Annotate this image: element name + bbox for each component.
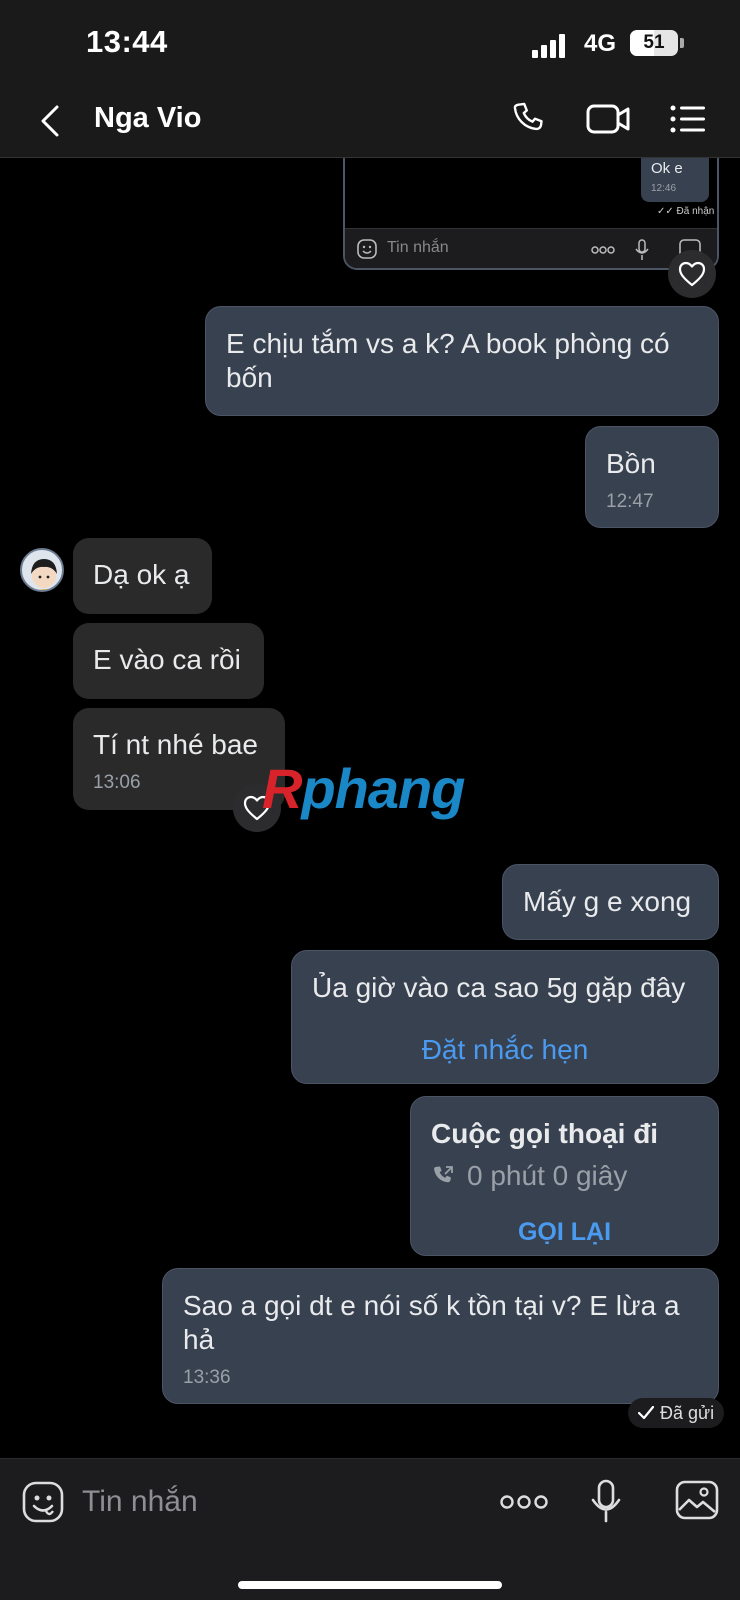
attachment-message-bubble: Ok e 12:46 [641,158,709,202]
message-input-bar [0,1458,740,1600]
back-button[interactable] [30,96,70,146]
image-icon [675,1480,719,1520]
message-text: Mấy g e xong [523,886,692,917]
call-duration-row: 0 phút 0 giây [431,1159,698,1193]
contact-avatar[interactable] [20,548,64,592]
message-bubble-outgoing[interactable]: Bồn 12:47 [585,426,719,528]
message-text: Ủa giờ vào ca sao 5g gặp đây [312,972,686,1003]
checkmark-icon [638,1406,654,1420]
call-log-card[interactable]: Cuộc gọi thoại đi 0 phút 0 giây GỌI LẠI [410,1096,719,1256]
home-indicator[interactable] [238,1581,502,1589]
message-text: E chịu tắm vs a k? A book phòng có bốn [226,328,670,393]
set-reminder-link[interactable]: Đặt nhắc hẹn [312,1033,698,1067]
battery-level: 51 [643,32,665,53]
more-options-button[interactable] [494,1479,554,1525]
list-menu-icon [670,105,705,133]
watermark-first: R [262,757,302,820]
message-input[interactable] [82,1479,462,1525]
image-attachment[interactable]: Ok e 12:46 ✓✓ Đã nhận Tin nhắn [343,158,719,270]
status-bar: 13:44 4G 51 [0,0,740,88]
chevron-left-icon [41,105,59,137]
message-text: Dạ ok ạ [93,559,190,590]
phone-icon [513,102,543,131]
message-bubble-incoming[interactable]: E vào ca rồi [73,623,264,699]
more-icon [591,246,615,254]
message-bubble-outgoing[interactable]: Mấy g e xong [502,864,719,940]
chat-header: Nga Vio [0,88,740,158]
message-time: 13:36 [183,1367,231,1388]
outgoing-call-icon [431,1164,455,1188]
image-picker-button[interactable] [674,1477,720,1523]
sent-status-text: Đã gửi [660,1402,715,1423]
microphone-icon [591,1479,621,1523]
network-type: 4G [584,30,617,57]
attachment-message-text: Ok e [651,160,683,177]
sticker-button[interactable] [20,1479,66,1525]
message-list[interactable]: Ok e 12:46 ✓✓ Đã nhận Tin nhắn E chịu tắ… [0,158,740,1458]
message-text: Bồn [606,448,656,479]
contact-name[interactable]: Nga Vio [94,102,201,135]
sticker-emoji-icon [22,1481,64,1523]
message-text: E vào ca rồi [93,644,241,675]
attachment-input-bar: Tin nhắn [345,228,717,268]
call-duration: 0 phút 0 giây [467,1160,628,1191]
message-bubble-outgoing[interactable]: Ủa giờ vào ca sao 5g gặp đây Đặt nhắc hẹ… [291,950,719,1084]
watermark-rest: phang [301,757,465,820]
attachment-input-placeholder: Tin nhắn [387,239,449,256]
voice-call-button[interactable] [506,94,552,144]
message-text: Sao a gọi dt e nói số k tồn tại v? E lừa… [183,1290,680,1355]
attachment-status: ✓✓ Đã nhận [657,206,715,217]
watermark-logo: Rphang [262,756,465,821]
chat-menu-button[interactable] [666,94,710,144]
message-text: Tí nt nhé bae [93,729,259,760]
message-bubble-outgoing[interactable]: E chịu tắm vs a k? A book phòng có bốn [205,306,719,416]
message-bubble-incoming[interactable]: Dạ ok ạ [73,538,212,614]
heart-icon [678,261,706,287]
battery-tip [680,38,684,48]
more-dots-icon [500,1495,548,1509]
call-title: Cuộc gọi thoại đi [431,1118,659,1149]
microphone-icon [635,239,649,260]
avatar-illustration [31,559,57,590]
call-back-button[interactable]: GỌI LẠI [431,1215,698,1249]
voice-record-button[interactable] [588,1475,624,1527]
message-bubble-outgoing[interactable]: Sao a gọi dt e nói số k tồn tại v? E lừa… [162,1268,719,1404]
video-camera-icon [586,104,630,134]
react-heart-button[interactable] [668,250,716,298]
sent-status-badge: Đã gửi [628,1398,725,1428]
video-call-button[interactable] [584,94,632,144]
message-time: 12:47 [606,491,654,512]
battery-icon: 51 [630,30,678,56]
attachment-status-text: Đã nhận [676,206,715,217]
attachment-message-time: 12:46 [651,183,677,194]
status-time: 13:44 [86,24,168,59]
sticker-icon [357,239,377,259]
signal-icon [532,30,572,58]
